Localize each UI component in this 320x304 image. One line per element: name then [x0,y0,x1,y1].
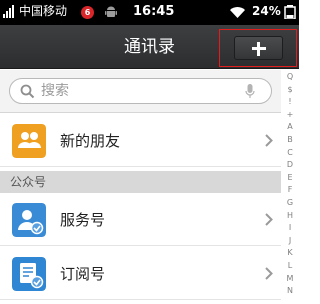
index-letter-j[interactable]: J [281,236,299,246]
index-letter-c[interactable]: C [281,148,299,158]
index-letter-k[interactable]: K [281,248,299,258]
list-item-subscription-accounts[interactable]: 订阅号 [0,248,281,300]
section-header: 公众号 [0,171,281,193]
signal-icon [3,5,14,18]
list-item-label: 订阅号 [60,265,106,283]
index-letter-f[interactable]: F [281,185,299,195]
carrier-name: 中国移动 [19,4,68,18]
chevron-right-icon [265,134,273,147]
chevron-right-icon [265,267,273,280]
microphone-icon[interactable] [245,84,255,99]
index-letter-dollar[interactable]: $ [281,85,299,95]
notification-badge: 6 [81,6,94,19]
search-icon [20,84,35,99]
index-letter-e[interactable]: E [281,173,299,183]
status-bar: 中国移动 6 16:45 24% [0,0,299,25]
index-letter-b[interactable]: B [281,135,299,145]
clock: 16:45 [133,4,175,19]
list-item-label: 服务号 [60,211,106,229]
index-letter-bang[interactable]: ! [281,97,299,107]
index-letter-q[interactable]: Q [281,72,299,82]
plus-icon-vertical [257,42,260,56]
wifi-icon [230,7,245,18]
chevron-right-icon [265,213,273,226]
battery-icon [284,5,296,19]
alphabet-index-bar[interactable]: Q $! + A B C D E F G H I J K L M N [281,70,299,304]
battery-percent: 24% [252,4,281,18]
index-letter-g[interactable]: G [281,198,299,208]
index-letter-d[interactable]: D [281,160,299,170]
index-letter-h[interactable]: H [281,211,299,221]
index-letter-m[interactable]: M [281,274,299,284]
index-letter-n[interactable]: N [281,286,299,296]
add-button-body[interactable] [234,36,283,60]
index-letter-l[interactable]: L [281,261,299,271]
list-item-service-accounts[interactable]: 服务号 [0,194,281,246]
search-area: 搜索 [0,70,281,113]
section-title: 公众号 [10,175,47,189]
add-contact-button[interactable] [219,29,297,67]
search-placeholder: 搜索 [41,83,69,99]
subscription-account-icon [12,257,46,291]
service-account-icon [12,203,46,237]
index-letter-i[interactable]: I [281,223,299,233]
search-input[interactable]: 搜索 [9,78,272,104]
index-letter-a[interactable]: A [281,122,299,132]
title-bar: 通讯录 [0,25,299,69]
list-item-label: 新的朋友 [60,132,121,150]
android-icon [105,6,117,17]
new-friends-icon [12,124,46,158]
index-letter-plus[interactable]: + [281,110,299,120]
list-item-new-friends[interactable]: 新的朋友 [0,115,281,167]
